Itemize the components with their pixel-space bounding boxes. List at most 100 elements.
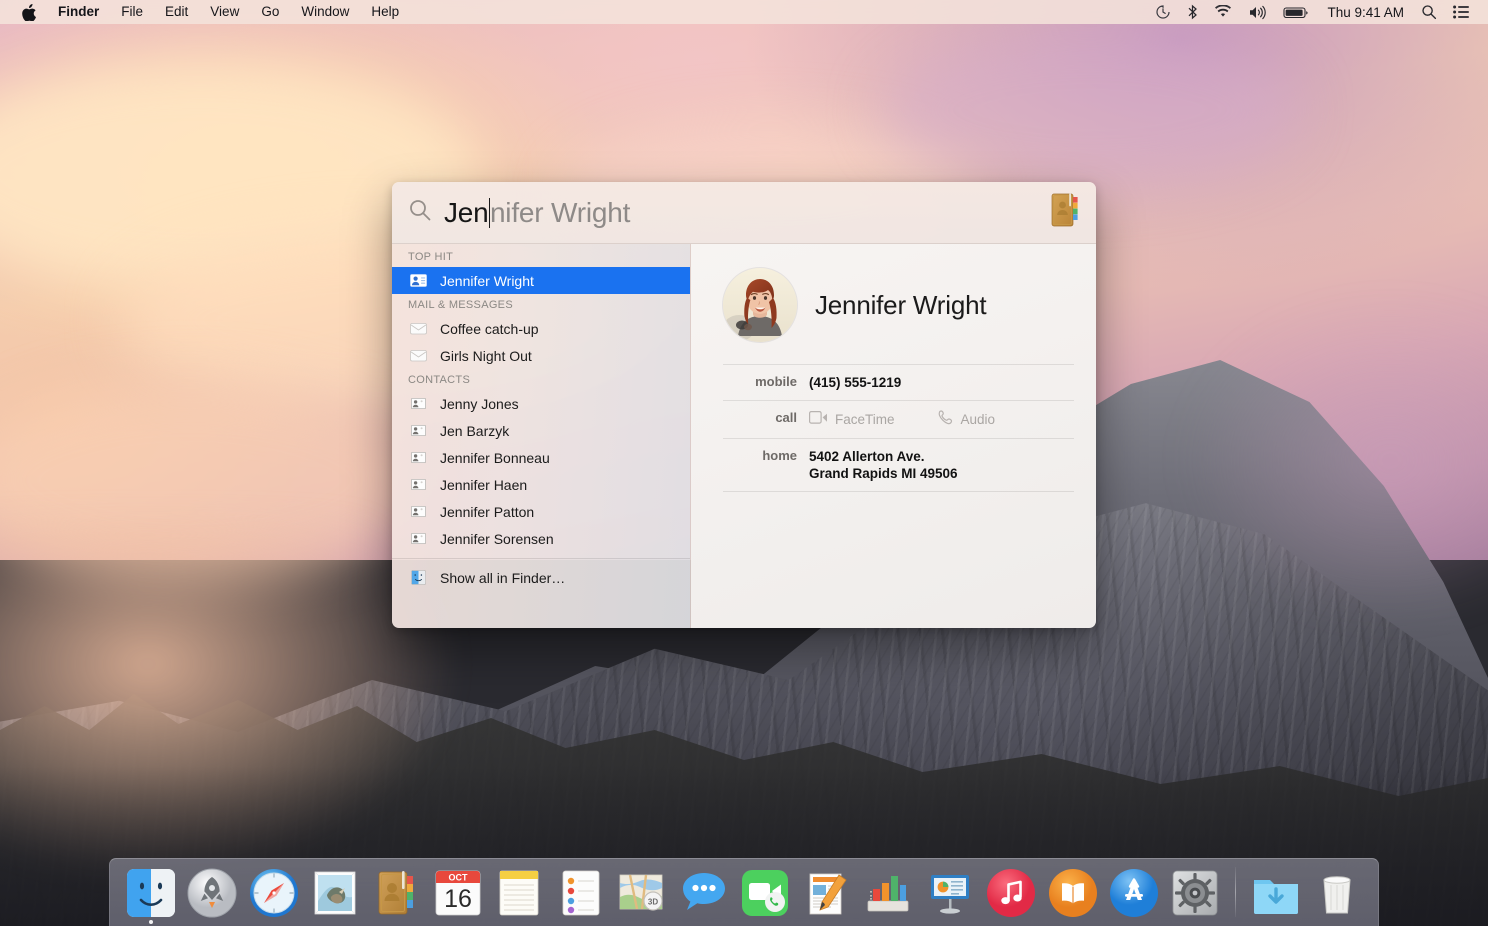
menu-item-window[interactable]: Window [290, 0, 360, 24]
result-row-contact-1[interactable]: Jen Barzyk [392, 417, 690, 444]
result-row-contact-5[interactable]: Jennifer Sorensen [392, 525, 690, 552]
envelope-icon [408, 322, 428, 335]
facetime-button[interactable]: FaceTime [809, 411, 895, 428]
mail-icon [309, 867, 361, 919]
messages-icon [678, 867, 730, 919]
result-label: Jennifer Haen [440, 477, 527, 493]
contact-field-mobile: mobile (415) 555-1219 [723, 364, 1074, 400]
contacts-icon [371, 867, 423, 919]
bluetooth-icon[interactable] [1179, 0, 1206, 24]
section-header-mail-messages: MAIL & MESSAGES [392, 294, 690, 315]
dock-item-facetime[interactable] [735, 861, 796, 923]
contact-card-icon [408, 274, 428, 287]
result-label: Coffee catch-up [440, 321, 539, 337]
call-actions: FaceTime Audio [809, 410, 995, 429]
search-suggested-text: nifer Wright [490, 197, 630, 229]
field-label: mobile [723, 374, 809, 389]
notification-center-icon[interactable] [1445, 0, 1478, 24]
spotlight-preview-pane: Jennifer Wright mobile (415) 555-1219 ca… [691, 244, 1096, 628]
calendar-day-text: 16 [444, 885, 472, 913]
contact-card-icon [408, 398, 428, 409]
facetime-video-icon [809, 411, 828, 428]
result-row-contact-4[interactable]: Jennifer Patton [392, 498, 690, 525]
menu-item-edit[interactable]: Edit [154, 0, 199, 24]
facetime-icon [739, 867, 791, 919]
dock-item-numbers[interactable] [857, 861, 918, 923]
result-label: Jennifer Wright [440, 273, 534, 289]
dock-item-trash[interactable] [1307, 861, 1368, 923]
dock-item-finder[interactable] [120, 861, 181, 923]
dock-item-system-preferences[interactable] [1165, 861, 1226, 923]
result-row-mail-0[interactable]: Coffee catch-up [392, 315, 690, 342]
field-label: home [723, 448, 809, 463]
dock-item-notes[interactable] [489, 861, 550, 923]
dock-item-reminders[interactable] [550, 861, 611, 923]
contact-field-home: home 5402 Allerton Ave. Grand Rapids MI … [723, 438, 1074, 492]
wifi-icon[interactable] [1206, 0, 1240, 24]
search-icon[interactable] [1413, 0, 1445, 24]
battery-icon[interactable] [1275, 0, 1318, 24]
field-value-address[interactable]: 5402 Allerton Ave. Grand Rapids MI 49506 [809, 448, 958, 482]
contact-card-icon [408, 506, 428, 517]
dock-item-itunes[interactable] [980, 861, 1041, 923]
contact-card-icon [408, 425, 428, 436]
audio-call-button[interactable]: Audio [937, 410, 996, 429]
result-row-mail-1[interactable]: Girls Night Out [392, 342, 690, 369]
finder-icon [125, 867, 177, 919]
menu-bar-status-area: Thu 9:41 AM [1147, 0, 1488, 24]
dock-item-pages[interactable] [796, 861, 857, 923]
result-row-show-all-in-finder[interactable]: Show all in Finder… [392, 564, 690, 591]
keynote-icon [924, 867, 976, 919]
menu-item-help[interactable]: Help [360, 0, 410, 24]
menu-bar-left: Finder File Edit View Go Window Help [0, 0, 410, 24]
search-input[interactable]: Jennifer Wright [444, 197, 1038, 229]
dock-item-calendar[interactable]: OCT 16 [427, 861, 488, 923]
dock-item-maps[interactable]: 3D [612, 861, 673, 923]
launchpad-icon [186, 867, 238, 919]
result-row-top-hit[interactable]: Jennifer Wright [392, 267, 690, 294]
ibooks-icon [1047, 867, 1099, 919]
app-store-icon [1108, 867, 1160, 919]
notes-icon [493, 867, 545, 919]
search-icon [408, 198, 432, 227]
safari-icon [248, 867, 300, 919]
dock: OCT 16 3D [109, 858, 1379, 926]
dock-item-ibooks[interactable] [1042, 861, 1103, 923]
result-label: Jennifer Bonneau [440, 450, 550, 466]
dock-item-downloads[interactable] [1245, 861, 1306, 923]
dock-item-keynote[interactable] [919, 861, 980, 923]
spotlight-results-list: TOP HIT Jennifer Wright MAIL & MESSAGES … [392, 244, 691, 628]
menu-item-finder[interactable]: Finder [47, 0, 110, 24]
calendar-month-text: OCT [448, 873, 468, 883]
address-line-1: 5402 Allerton Ave. [809, 448, 958, 465]
itunes-icon [985, 867, 1037, 919]
menu-item-view[interactable]: View [199, 0, 250, 24]
dock-item-mail[interactable] [304, 861, 365, 923]
result-row-contact-3[interactable]: Jennifer Haen [392, 471, 690, 498]
dock-item-launchpad[interactable] [181, 861, 242, 923]
dock-item-safari[interactable] [243, 861, 304, 923]
section-header-contacts: CONTACTS [392, 369, 690, 390]
dock-item-app-store[interactable] [1103, 861, 1164, 923]
search-typed-text: Jen [444, 197, 489, 229]
apple-logo-icon[interactable] [11, 0, 47, 24]
contact-name: Jennifer Wright [815, 290, 986, 321]
dock-item-contacts[interactable] [366, 861, 427, 923]
time-machine-icon[interactable] [1147, 0, 1179, 24]
spotlight-search-field[interactable]: Jennifer Wright [392, 182, 1096, 244]
result-label: Girls Night Out [440, 348, 532, 364]
menu-item-go[interactable]: Go [250, 0, 290, 24]
menu-bar-clock[interactable]: Thu 9:41 AM [1318, 5, 1413, 20]
dock-separator [1235, 867, 1236, 917]
pages-icon [801, 867, 853, 919]
menu-item-file[interactable]: File [110, 0, 154, 24]
field-value-phone[interactable]: (415) 555-1219 [809, 374, 901, 391]
dock-item-messages[interactable] [673, 861, 734, 923]
contact-card-icon [408, 479, 428, 490]
volume-icon[interactable] [1240, 0, 1275, 24]
result-row-contact-0[interactable]: Jenny Jones [392, 390, 690, 417]
contacts-app-icon[interactable] [1048, 191, 1082, 234]
result-label: Jen Barzyk [440, 423, 509, 439]
result-row-contact-2[interactable]: Jennifer Bonneau [392, 444, 690, 471]
app-running-indicator [149, 920, 153, 924]
